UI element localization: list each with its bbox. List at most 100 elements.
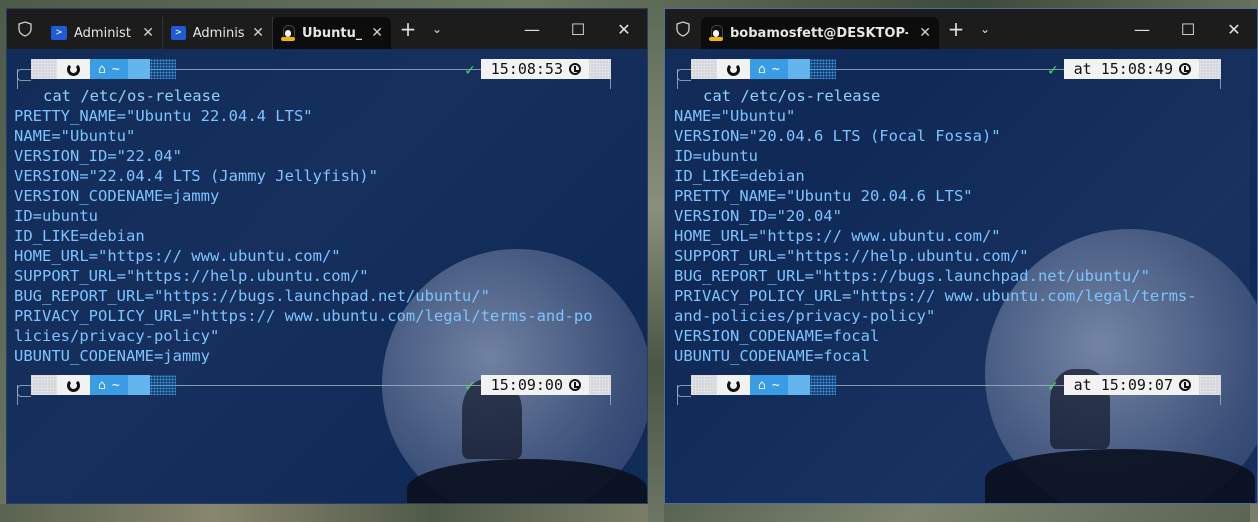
ubuntu-icon	[67, 62, 80, 76]
prompt-dir: ~	[111, 61, 120, 77]
prompt-time: at 15:09:07	[1073, 376, 1173, 394]
output-line: VERSION="20.04.6 LTS (Focal Fossa)"	[674, 127, 1001, 145]
tab-close-icon[interactable]: ✕	[371, 25, 383, 41]
output-line: VERSION="22.04.4 LTS (Jammy Jellyfish)"	[14, 167, 378, 185]
tab-close-icon[interactable]: ✕	[252, 25, 264, 41]
tux-icon	[709, 25, 723, 41]
close-button[interactable]: ✕	[601, 9, 647, 49]
prompt-dots	[31, 375, 57, 395]
shield-icon	[665, 9, 701, 49]
home-icon: ⌂	[98, 377, 106, 393]
tab-label: Administ	[192, 25, 246, 41]
prompt-dir-segment: ⌂ ~	[90, 59, 128, 79]
output-line: and-policies/privacy-policy"	[674, 307, 936, 325]
new-tab-button[interactable]: +	[939, 9, 973, 49]
terminal-window-left[interactable]: > Administ ✕ > Administ ✕ Ubuntu_ ✕ + ⌄ …	[6, 8, 648, 504]
output-line: ID=ubuntu	[14, 207, 98, 225]
output-line: PRIVACY_POLICY_URL="https:// www.ubuntu.…	[14, 307, 593, 325]
tux-icon	[281, 25, 295, 41]
output-line: ID=ubuntu	[674, 147, 758, 165]
title-bar[interactable]: > Administ ✕ > Administ ✕ Ubuntu_ ✕ + ⌄ …	[7, 9, 647, 49]
prompt-dir-segment: ⌂ ~	[750, 59, 788, 79]
clock-icon	[569, 379, 581, 391]
output-line: VERSION_CODENAME=focal	[674, 327, 880, 345]
prompt-time-segment: 15:09:00	[480, 375, 589, 395]
terminal-content[interactable]: ⌂ ~ ✓ at 15:08:49 cat /etc/os-release NAM…	[665, 49, 1257, 503]
clock-icon	[569, 63, 581, 75]
tab-close-icon[interactable]: ✕	[919, 25, 931, 41]
check-icon: ✓	[465, 59, 475, 79]
prompt-dir-segment: ⌂ ~	[750, 375, 788, 395]
prompt-dir: ~	[771, 377, 780, 393]
tab-administrator-2[interactable]: > Administ ✕	[163, 17, 273, 49]
terminal-window-right[interactable]: bobamosfett@DESKTOP-GRVZ ✕ + ⌄ — ☐ ✕ ⌂~ …	[664, 8, 1258, 504]
output-line: VERSION_ID="20.04"	[674, 207, 842, 225]
output-line: SUPPORT_URL="https://help.ubuntu.com/"	[674, 247, 1029, 265]
check-icon: ✓	[1048, 59, 1058, 79]
prompt-time-segment: at 15:09:07	[1063, 375, 1199, 395]
ubuntu-icon	[67, 378, 80, 392]
powershell-icon: >	[171, 26, 186, 40]
clock-icon	[1179, 379, 1191, 391]
output-line: HOME_URL="https:// www.ubuntu.com/"	[674, 227, 1001, 245]
prompt-dots	[691, 375, 717, 395]
command-line: cat /etc/os-release	[43, 87, 221, 105]
maximize-button[interactable]: ☐	[1165, 9, 1211, 49]
desktop-background-bottom	[0, 504, 648, 522]
prompt-dots	[31, 59, 57, 79]
ubuntu-icon	[727, 378, 740, 392]
output-line: PRETTY_NAME="Ubuntu 22.04.4 LTS"	[14, 107, 313, 125]
home-icon: ⌂	[758, 377, 766, 393]
output-line: SUPPORT_URL="https://help.ubuntu.com/"	[14, 267, 369, 285]
prompt-top: ⌂ ~ ✓ at 15:08:49	[677, 59, 1221, 89]
tab-dropdown-button[interactable]: ⌄	[425, 9, 449, 49]
prompt-dots	[691, 59, 717, 79]
output-line: BUG_REPORT_URL="https://bugs.launchpad.n…	[14, 287, 490, 305]
ubuntu-icon	[727, 62, 740, 76]
close-button[interactable]: ✕	[1211, 9, 1257, 49]
tab-dropdown-button[interactable]: ⌄	[973, 9, 997, 49]
prompt-dir: ~	[111, 377, 120, 393]
command-line: cat /etc/os-release	[703, 87, 881, 105]
check-icon: ✓	[465, 375, 475, 395]
output-line: licies/privacy-policy"	[14, 327, 220, 345]
prompt-bottom: ⌂ ~ ✓ 15:09:00	[17, 375, 611, 405]
tab-ubuntu[interactable]: Ubuntu_ ✕	[273, 17, 391, 49]
prompt-time: 15:08:53	[490, 60, 563, 78]
output-line: PRETTY_NAME="Ubuntu 20.04.6 LTS"	[674, 187, 973, 205]
output-line: VERSION_CODENAME=jammy	[14, 187, 220, 205]
tab-label: Ubuntu_	[302, 25, 363, 41]
title-bar[interactable]: bobamosfett@DESKTOP-GRVZ ✕ + ⌄ — ☐ ✕	[665, 9, 1257, 49]
minimize-button[interactable]: —	[1119, 9, 1165, 49]
output-line: VERSION_ID="22.04"	[14, 147, 182, 165]
shield-icon	[7, 9, 43, 49]
maximize-button[interactable]: ☐	[555, 9, 601, 49]
prompt-os-segment	[57, 59, 90, 79]
prompt-dir: ~	[771, 61, 780, 77]
output-line: UBUNTU_CODENAME=jammy	[14, 347, 210, 365]
output-line: NAME="Ubuntu"	[14, 127, 136, 145]
tab-administrator-1[interactable]: > Administ ✕	[43, 17, 163, 49]
check-icon: ✓	[1048, 375, 1058, 395]
terminal-content[interactable]: ⌂ ~ ✓ 15:08:53 cat /etc/os-release PRETTY…	[7, 49, 647, 503]
tab-bobamosfett[interactable]: bobamosfett@DESKTOP-GRVZ ✕	[701, 17, 939, 49]
output-line: UBUNTU_CODENAME=focal	[674, 347, 870, 365]
prompt-bottom: ⌂ ~ ✓ at 15:09:07	[677, 375, 1221, 405]
output-line: ID_LIKE=debian	[14, 227, 145, 245]
desktop-background	[648, 0, 664, 522]
output-line: HOME_URL="https:// www.ubuntu.com/"	[14, 247, 341, 265]
output-line: NAME="Ubuntu"	[674, 107, 796, 125]
home-icon: ⌂	[98, 61, 106, 77]
powershell-icon: >	[51, 26, 67, 40]
prompt-top: ⌂ ~ ✓ 15:08:53	[17, 59, 611, 89]
prompt-time-segment: at 15:08:49	[1063, 59, 1199, 79]
output-line: BUG_REPORT_URL="https://bugs.launchpad.n…	[674, 267, 1150, 285]
new-tab-button[interactable]: +	[391, 9, 425, 49]
output-line: ID_LIKE=debian	[674, 167, 805, 185]
prompt-os-segment	[717, 59, 750, 79]
home-icon: ⌂	[758, 61, 766, 77]
tab-label: bobamosfett@DESKTOP-GRVZ	[730, 25, 908, 41]
minimize-button[interactable]: —	[509, 9, 555, 49]
output-line: PRIVACY_POLICY_URL="https:// www.ubuntu.…	[674, 287, 1197, 305]
tab-close-icon[interactable]: ✕	[142, 25, 154, 41]
